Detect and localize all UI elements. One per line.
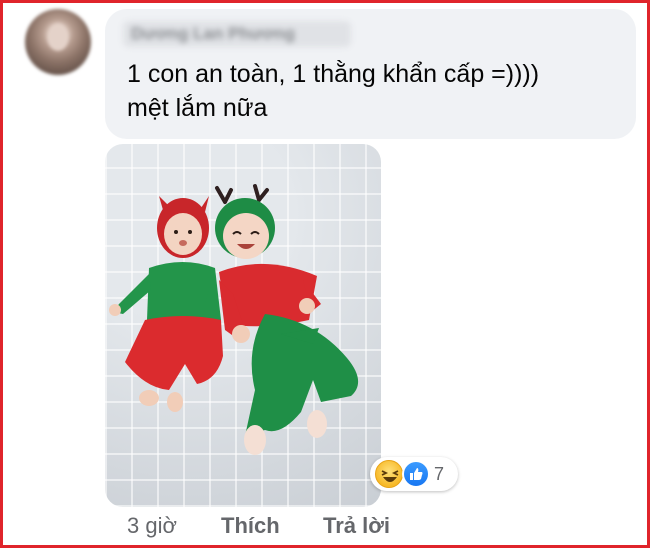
like-button[interactable]: Thích [221,511,280,541]
comment-bubble: Dương Lan Phương 1 con an toàn, 1 thằng … [105,9,636,139]
comment-line-2: mệt lắm nữa [127,94,268,122]
babies-photo-illustration [109,184,359,455]
baby-right [215,184,359,455]
comment-text: 1 con an toàn, 1 thằng khẩn cấp =)))) mệ… [127,57,627,125]
reply-button[interactable]: Trả lời [323,511,390,541]
avatar[interactable] [25,9,91,75]
reaction-count: 7 [434,464,445,484]
reactions-summary[interactable]: 7 [370,457,458,491]
comment-photo[interactable] [105,144,381,507]
comment-line-1: 1 con an toàn, 1 thằng khẩn cấp =)))) [127,60,540,88]
comment-timestamp[interactable]: 3 giờ [127,511,177,541]
baby-left [109,196,223,412]
author-name[interactable]: Dương Lan Phương [123,21,351,47]
haha-reaction-icon [375,460,403,488]
screenshot-frame: Dương Lan Phương 1 con an toàn, 1 thằng … [0,0,650,548]
avatar-face [47,23,69,51]
like-reaction-icon [402,460,430,488]
